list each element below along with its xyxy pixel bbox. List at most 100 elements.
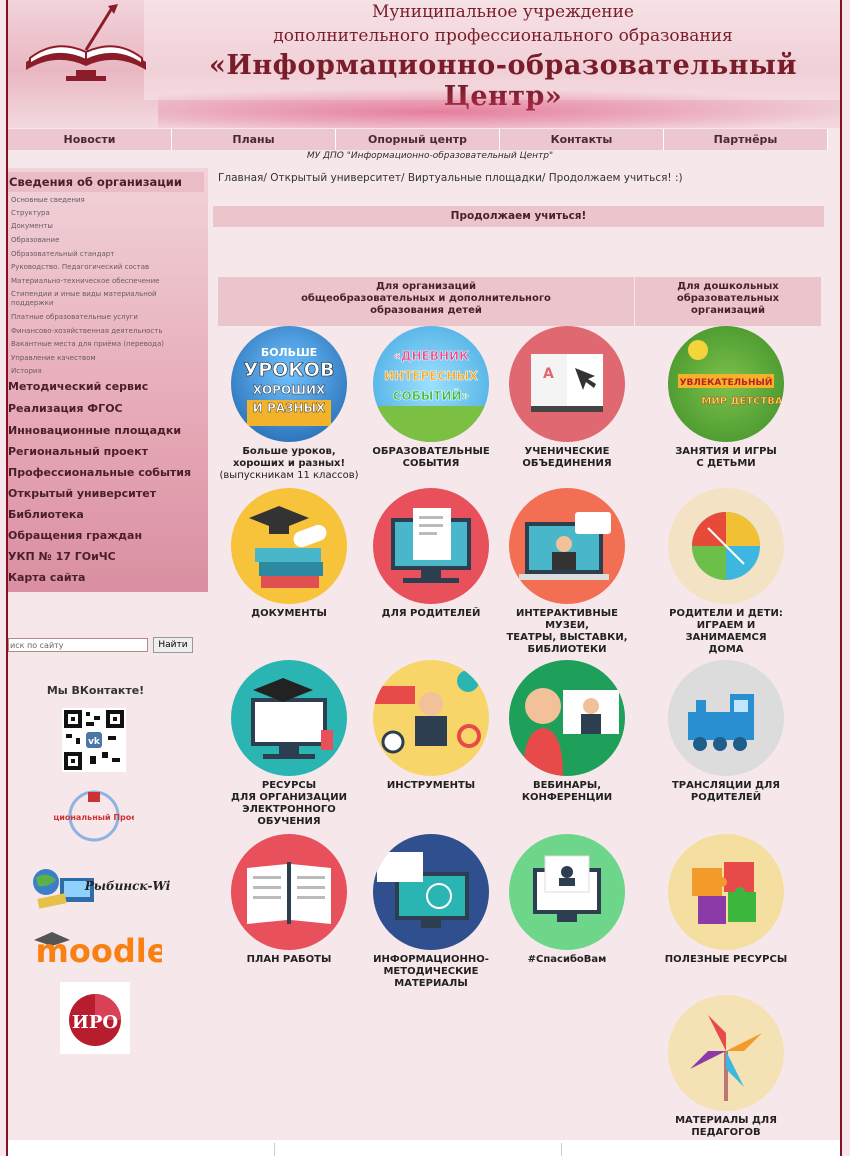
sidebar-subitem[interactable]: История: [11, 367, 42, 376]
sidebar-item[interactable]: Методический сервис: [8, 380, 148, 393]
more-lessons-image-icon[interactable]: БОЛЬШЕ УРОКОВ ХОРОШИХ И РАЗНЫХ: [231, 326, 347, 442]
tile-tools[interactable]: ИНСТРУМЕНТЫ: [361, 660, 501, 792]
vk-title: Мы ВКонтакте!: [46, 684, 145, 697]
tile-teacher-materials[interactable]: МАТЕРИАЛЫ ДЛЯ ПЕДАГОГОВ ДОО: [656, 995, 796, 1151]
tile-thank-you[interactable]: #СпасибоВам: [497, 834, 637, 966]
nav-plans[interactable]: Планы: [172, 129, 336, 150]
more-lessons-art-text: БОЛЬШЕ: [261, 346, 317, 359]
sidebar-subitem[interactable]: Материально-техническое обеспечение: [11, 277, 159, 286]
diary-events-art-text: «ДНЕВНИК: [393, 349, 469, 363]
sidebar: Сведения об организации Основные сведени…: [8, 168, 208, 592]
vk-qr-code-icon[interactable]: vk: [62, 708, 126, 772]
fascinating-childhood-image-icon[interactable]: УВЛЕКАТЕЛЬНЫЙ МИР ДЕТСТВА: [668, 326, 784, 442]
tile-activities-children[interactable]: УВЛЕКАТЕЛЬНЫЙ МИР ДЕТСТВА ЗАНЯТИЯ И ИГРЫ…: [656, 326, 796, 470]
sidebar-item[interactable]: УКП № 17 ГОиЧС: [8, 550, 116, 563]
diary-events-image-icon[interactable]: «ДНЕВНИК ИНТЕРЕСНЫХ СОБЫТИЙ»: [373, 326, 489, 442]
svg-text:A: A: [543, 366, 554, 382]
sidebar-subitem[interactable]: поддержки: [11, 299, 53, 308]
sidebar-subitem[interactable]: Управление качеством: [11, 354, 96, 363]
rybinsk-wiki-logo-icon[interactable]: Рыбинск-Wiki: [30, 862, 170, 914]
sidebar-subitem[interactable]: Финансово-хозяйственная деятельность: [11, 327, 162, 336]
tile-work-plan[interactable]: ПЛАН РАБОТЫ: [219, 834, 359, 966]
tile-label: ДОКУМЕНТЫ: [251, 608, 327, 619]
books-graduation-cap-icon[interactable]: [231, 488, 347, 604]
profile-monitor-icon[interactable]: [509, 834, 625, 950]
nav-news[interactable]: Новости: [8, 129, 172, 150]
sidebar-subitem[interactable]: Основные сведения: [11, 196, 85, 205]
search-button[interactable]: Найти: [153, 637, 193, 653]
sidebar-subitem[interactable]: Структура: [11, 209, 50, 218]
iro-logo-icon[interactable]: ИРО: [60, 982, 130, 1054]
tile-label: ИНСТРУМЕНТЫ: [386, 780, 476, 791]
sidebar-subitem[interactable]: Руководство. Педагогический состав: [11, 263, 149, 272]
toy-train-icon[interactable]: [668, 660, 784, 776]
presenter-tools-icon[interactable]: [373, 660, 489, 776]
video-call-icon[interactable]: [509, 488, 625, 604]
sidebar-subitem[interactable]: Вакантные места для приёма (перевода): [11, 340, 164, 349]
sidebar-subitem[interactable]: Стипендии и иные виды материальной: [11, 290, 157, 299]
column-head-preschool: Для дошкольных образовательных организац…: [635, 277, 821, 326]
tile-sublabel: (выпускникам 11 классов): [219, 470, 359, 481]
pinwheel-icon[interactable]: [668, 995, 784, 1111]
national-project-logo-icon[interactable]: Национальный Проект: [54, 786, 134, 844]
nav-contacts[interactable]: Контакты: [500, 129, 664, 150]
open-book-icon[interactable]: [231, 834, 347, 950]
tile-useful-resources[interactable]: ПОЛЕЗНЫЕ РЕСУРСЫ: [656, 834, 796, 966]
sidebar-subitem[interactable]: Платные образовательные услуги: [11, 313, 138, 322]
national-project-text: Национальный Проект: [54, 813, 134, 822]
tile-parents-children-play[interactable]: РОДИТЕЛИ И ДЕТИ: ИГРАЕМ И ЗАНИМАЕМСЯ ДОМ…: [656, 488, 796, 656]
footer-divider: [561, 1143, 562, 1156]
book-cursor-icon[interactable]: A: [509, 326, 625, 442]
diary-events-art-text: ИНТЕРЕСНЫХ: [384, 369, 479, 383]
tile-for-parents[interactable]: ДЛЯ РОДИТЕЛЕЙ: [361, 488, 501, 620]
sidebar-subitem[interactable]: Документы: [11, 222, 53, 231]
rybinsk-wiki-text: Рыбинск-Wiki: [84, 879, 170, 893]
breadcrumb[interactable]: Главная/ Открытый университет/ Виртуальн…: [218, 172, 683, 184]
tile-label: ПЛАН РАБОТЫ: [246, 954, 332, 965]
sidebar-item[interactable]: Профессиональные события: [8, 466, 191, 479]
search-input[interactable]: иск по сайту: [8, 638, 148, 652]
column-head-general: Для организаций общеобразовательных и до…: [218, 277, 634, 326]
sidebar-item[interactable]: Обращения граждан: [8, 529, 142, 542]
monitor-graduation-cap-icon[interactable]: [231, 660, 347, 776]
tile-documents[interactable]: ДОКУМЕНТЫ: [219, 488, 359, 620]
tile-more-lessons[interactable]: БОЛЬШЕ УРОКОВ ХОРОШИХ И РАЗНЫХ Больше ур…: [219, 326, 359, 482]
tile-educational-events[interactable]: «ДНЕВНИК ИНТЕРЕСНЫХ СОБЫТИЙ» ОБРАЗОВАТЕЛ…: [361, 326, 501, 470]
sidebar-item[interactable]: Реализация ФГОС: [8, 402, 123, 415]
sidebar-heading[interactable]: Сведения об организации: [8, 172, 204, 192]
sidebar-item[interactable]: Открытый университет: [8, 487, 156, 500]
book-logo-icon[interactable]: [16, 2, 156, 92]
sidebar-item[interactable]: Карта сайта: [8, 571, 85, 584]
fascinating-art-text: УВЛЕКАТЕЛЬНЫЙ: [680, 376, 773, 388]
nav-support-center[interactable]: Опорный центр: [336, 129, 500, 150]
tile-label: ВЕБИНАРЫ, КОНФЕРЕНЦИИ: [521, 780, 613, 803]
tile-label: ИНФОРМАЦИОННО- МЕТОДИЧЕСКИЕ МАТЕРИАЛЫ: [373, 954, 489, 989]
nav-partners[interactable]: Партнёры: [664, 129, 828, 150]
monitor-globe-icon[interactable]: [373, 834, 489, 950]
iro-text: ИРО: [72, 1012, 118, 1033]
webinar-headset-icon[interactable]: [509, 660, 625, 776]
footer-bar: [8, 1140, 840, 1156]
header-line-1: Муниципальное учреждение: [372, 2, 634, 22]
beach-ball-icon[interactable]: [668, 488, 784, 604]
sidebar-item[interactable]: Инновационные площадки: [8, 424, 181, 437]
monitor-document-icon[interactable]: [373, 488, 489, 604]
sidebar-subitem[interactable]: Образовательный стандарт: [11, 250, 114, 259]
tile-methodical-materials[interactable]: ИНФОРМАЦИОННО- МЕТОДИЧЕСКИЕ МАТЕРИАЛЫ: [361, 834, 501, 990]
tile-broadcasts-parents[interactable]: ТРАНСЛЯЦИИ ДЛЯ РОДИТЕЛЕЙ: [656, 660, 796, 804]
tile-webinars[interactable]: ВЕБИНАРЫ, КОНФЕРЕНЦИИ: [497, 660, 637, 804]
tile-interactive-museums[interactable]: ИНТЕРАКТИВНЫЕ МУЗЕИ, ТЕАТРЫ, ВЫСТАВКИ, Б…: [497, 488, 637, 656]
tile-label: #СпасибоВам: [527, 954, 607, 965]
moodle-logo-icon[interactable]: moodle: [30, 928, 162, 970]
svg-text:vk: vk: [88, 737, 101, 747]
sidebar-item[interactable]: Региональный проект: [8, 445, 148, 458]
sidebar-item[interactable]: Библиотека: [8, 508, 84, 521]
puzzle-pieces-icon[interactable]: [668, 834, 784, 950]
diary-events-art-text: СОБЫТИЙ»: [393, 388, 470, 403]
tile-label: УЧЕНИЧЕСКИЕ ОБЪЕДИНЕНИЯ: [522, 446, 612, 469]
tile-resources-elearning[interactable]: РЕСУРСЫ ДЛЯ ОРГАНИЗАЦИИ ЭЛЕКТРОННОГО ОБУ…: [219, 660, 359, 828]
tile-student-associations[interactable]: A УЧЕНИЧЕСКИЕ ОБЪЕДИНЕНИЯ: [497, 326, 637, 470]
header-title: «Информационно-образовательный Центр»: [208, 50, 798, 112]
header-line-2: дополнительного профессионального образо…: [273, 26, 733, 46]
sidebar-subitem[interactable]: Образование: [11, 236, 59, 245]
